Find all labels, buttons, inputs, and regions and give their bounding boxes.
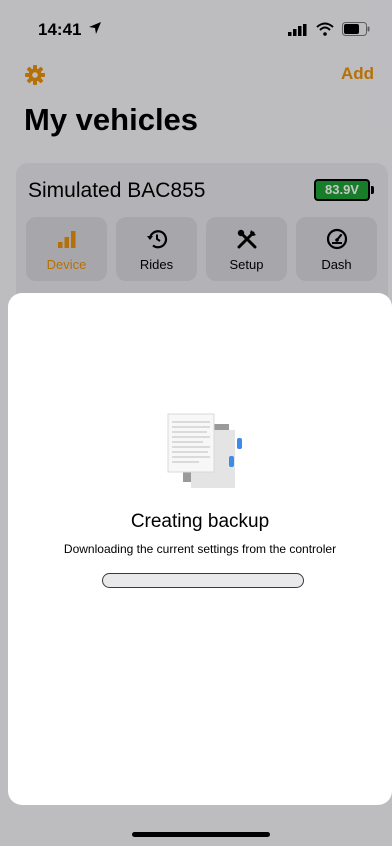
backup-progress-bar xyxy=(102,573,304,588)
document-copy-icon xyxy=(167,413,242,488)
backup-sheet: Creating backup Downloading the current … xyxy=(8,293,392,805)
home-indicator[interactable] xyxy=(132,832,270,837)
sheet-title: Creating backup xyxy=(130,511,270,532)
sheet-subtitle: Downloading the current settings from th… xyxy=(63,542,337,556)
